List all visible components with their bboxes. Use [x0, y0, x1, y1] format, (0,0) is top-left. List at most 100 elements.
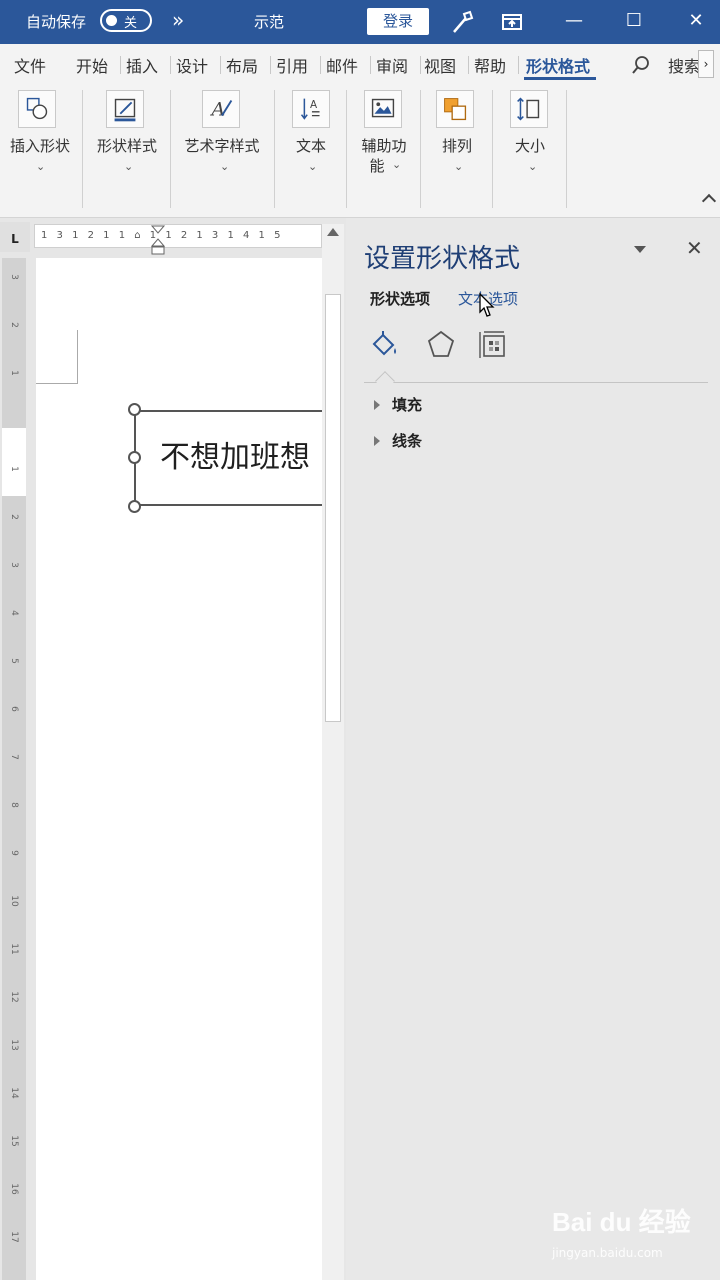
tab-view[interactable]: 视图 [424, 53, 456, 77]
tab-file[interactable]: 文件 [14, 53, 46, 77]
scroll-thumb[interactable] [325, 294, 341, 722]
close-window-button[interactable]: ✕ [676, 6, 716, 36]
tab-home[interactable]: 开始 [76, 53, 108, 77]
ribbon-group-arrange[interactable]: 排列 ⌄ [424, 82, 490, 210]
collapse-ribbon-icon[interactable] [701, 193, 717, 209]
expand-arrow-icon [374, 399, 380, 410]
tab-insert[interactable]: 插入 [126, 53, 158, 77]
tab-divider [518, 56, 519, 74]
effects-pentagon-icon[interactable] [424, 328, 458, 362]
search-label[interactable]: 搜索 [668, 53, 698, 77]
ribbon-divider [420, 90, 421, 208]
tab-divider [220, 56, 221, 74]
ribbon-display-icon[interactable] [498, 8, 526, 36]
ribbon-group-size[interactable]: 大小 ⌄ [496, 82, 564, 210]
format-shape-pane: 设置形状格式 ✕ 形状选项 文本选项 填充 线条 [346, 218, 720, 1280]
tab-divider [468, 56, 469, 74]
ruler-number: 1 [9, 370, 19, 376]
tab-divider [370, 56, 371, 74]
text-direction-icon: A [292, 90, 330, 128]
ribbon-group-shape-styles[interactable]: 形状样式 ⌄ [86, 82, 168, 210]
tab-references[interactable]: 引用 [276, 53, 308, 77]
indent-marker-icon[interactable] [150, 222, 166, 256]
tab-design[interactable]: 设计 [176, 53, 208, 77]
autosave-toggle[interactable]: 关 [100, 9, 152, 32]
ribbon-group-insert-shapes[interactable]: 插入形状 ⌄ [0, 82, 80, 210]
chevron-down-icon: ⌄ [124, 160, 134, 173]
autosave-state: 关 [124, 16, 138, 31]
more-commands-icon[interactable]: » [172, 8, 184, 32]
tab-divider [420, 56, 421, 74]
resize-handle-left[interactable] [128, 451, 141, 464]
designer-wand-icon[interactable] [448, 8, 476, 36]
accessibility-label-line1: 辅助功 [361, 137, 407, 155]
section-fill[interactable]: 填充 [374, 394, 422, 415]
ruler-number: 10 [9, 895, 19, 907]
insert-shapes-icon [18, 90, 56, 128]
restore-button[interactable]: ☐ [614, 6, 654, 36]
search-icon[interactable] [630, 54, 652, 76]
section-line[interactable]: 线条 [374, 430, 422, 451]
watermark-url: jingyan.baidu.com [552, 1246, 663, 1260]
ruler-number: 3 [9, 274, 19, 280]
pane-options-icon[interactable] [634, 246, 646, 253]
tab-layout[interactable]: 布局 [226, 53, 258, 77]
pane-title: 设置形状格式 [364, 244, 521, 274]
ruler-number: 3 [9, 562, 19, 568]
expand-arrow-icon [374, 435, 380, 446]
resize-handle-bottom-left[interactable] [128, 500, 141, 513]
shape-styles-label: 形状样式 [96, 137, 157, 155]
mouse-cursor-icon [479, 292, 495, 317]
fill-line-icon[interactable] [368, 328, 402, 362]
vertical-scrollbar[interactable] [322, 224, 344, 1280]
ruler-number: 12 [9, 991, 19, 1003]
alt-text-icon [364, 90, 402, 128]
size-label: 大小 [514, 137, 545, 155]
ruler-number: 11 [9, 943, 19, 955]
minimize-button[interactable]: — [554, 6, 594, 36]
scroll-up-icon[interactable] [327, 228, 339, 236]
arrange-label: 排列 [441, 137, 472, 155]
chevron-down-icon: ⌄ [392, 158, 402, 171]
tab-shape-format[interactable]: 形状格式 [526, 53, 590, 77]
ribbon-divider [274, 90, 275, 208]
svg-text:A: A [310, 99, 318, 111]
horizontal-ruler[interactable]: 1 3 1 2 1 1 ⌂ 1 1 2 1 3 1 4 1 5 [34, 224, 322, 248]
arrange-icon [436, 90, 474, 128]
ruler-number: 2 [9, 322, 19, 328]
ribbon-group-text[interactable]: A 文本 ⌄ [278, 82, 344, 210]
ribbon-divider [82, 90, 83, 208]
active-tab-indicator [524, 77, 596, 80]
resize-handle-top-left[interactable] [128, 403, 141, 416]
section-fill-label: 填充 [392, 396, 423, 414]
chevron-down-icon: ⌄ [454, 160, 464, 173]
tab-review[interactable]: 审阅 [376, 53, 408, 77]
vertical-ruler[interactable]: 3 2 1 1 2 3 4 5 6 7 8 9 10 11 12 13 14 1… [2, 258, 26, 1280]
ribbon-divider [170, 90, 171, 208]
tab-divider [270, 56, 271, 74]
pane-close-icon[interactable]: ✕ [686, 236, 703, 260]
tab-shape-options[interactable]: 形状选项 [370, 288, 430, 309]
ruler-number: 7 [9, 754, 19, 760]
margin-corner-mark [36, 330, 78, 384]
ribbon-divider [566, 90, 567, 208]
ribbon-group-accessibility[interactable]: 辅助功 能 ⌄ [350, 82, 418, 210]
size-properties-icon[interactable] [476, 328, 510, 362]
ribbon-divider [492, 90, 493, 208]
selected-category-pointer [375, 371, 395, 391]
tab-selector[interactable]: L [0, 222, 30, 252]
login-button[interactable]: 登录 [367, 8, 429, 35]
tab-mailings[interactable]: 邮件 [326, 53, 358, 77]
section-line-label: 线条 [392, 432, 423, 450]
ruler-number: 5 [9, 658, 19, 664]
tab-divider [170, 56, 171, 74]
tab-help[interactable]: 帮助 [474, 53, 506, 77]
text-box-shape[interactable]: 不想加班想 [134, 410, 322, 506]
tab-scroll-right-icon[interactable]: › [698, 50, 714, 78]
ribbon-tabs: 文件 开始 插入 设计 布局 引用 邮件 审阅 视图 帮助 形状格式 搜索 › [0, 44, 720, 82]
chevron-down-icon: ⌄ [36, 160, 46, 173]
ruler-number: 16 [9, 1183, 19, 1195]
ribbon-group-wordart-styles[interactable]: A 艺术字样式 ⌄ [174, 82, 270, 210]
toggle-knob [106, 15, 117, 26]
shape-text[interactable]: 不想加班想 [160, 432, 310, 476]
